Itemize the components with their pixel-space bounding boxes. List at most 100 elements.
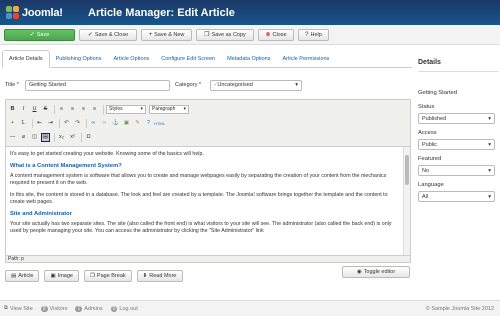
content-paragraph: Your site actually has two separate site… xyxy=(10,221,392,234)
italic-icon[interactable]: I xyxy=(19,105,28,114)
tab-article-details[interactable]: Article Details xyxy=(2,50,50,68)
outdent-icon[interactable]: ⇤ xyxy=(35,119,44,128)
indent-icon[interactable]: ⇥ xyxy=(46,119,55,128)
visual-aid-icon[interactable]: ◫ xyxy=(30,133,39,142)
tab-article-options[interactable]: Article Options xyxy=(108,50,156,68)
scrollbar-thumb[interactable] xyxy=(405,155,409,185)
status-bar: ⧉ View Site 0 Visitors 1 Admins 0 Log ou… xyxy=(0,300,500,316)
help-icon: ? xyxy=(305,31,309,38)
title-input[interactable]: Getting Started xyxy=(25,79,170,91)
unlink-icon[interactable]: ∞ xyxy=(100,119,109,128)
tab-article-permissions[interactable]: Article Permissions xyxy=(277,50,336,68)
content-paragraph: It's easy to get started creating your w… xyxy=(10,151,204,157)
chevron-down-icon: ▾ xyxy=(488,141,491,148)
featured-label: Featured xyxy=(418,156,442,162)
image-button[interactable]: ▣ Image xyxy=(44,270,79,282)
underline-icon[interactable]: U xyxy=(30,105,39,114)
align-left-icon[interactable]: ≡ xyxy=(57,105,66,114)
redo-icon[interactable]: ↷ xyxy=(73,119,82,128)
title-category-row: Title * Getting Started Category * - Unc… xyxy=(5,79,415,91)
image-icon[interactable]: ▣ xyxy=(122,119,131,128)
category-label: Category * xyxy=(175,82,201,88)
visitors-badge: 0 xyxy=(40,305,48,312)
chevron-down-icon: ▾ xyxy=(488,193,491,200)
subscript-icon[interactable]: x₂ xyxy=(57,133,66,142)
joomla-logo[interactable]: Joomla! xyxy=(6,6,84,19)
align-center-icon[interactable]: ≡ xyxy=(68,105,77,114)
editor-toolbar: B I U S ≡ ≡ ≡ ≡ Styles ▾ Paragraph ▾ • 1… xyxy=(6,100,410,147)
content-paragraph: A content management system is software … xyxy=(10,173,387,186)
content-paragraph: In this site, the content is stored in a… xyxy=(10,192,388,205)
details-sidebar: Details Getting Started Status Published… xyxy=(418,50,498,290)
access-label: Access xyxy=(418,130,437,136)
html-icon[interactable]: HTML xyxy=(154,119,165,128)
sidebar-title: Details xyxy=(418,59,441,66)
access-select[interactable]: Public ▾ xyxy=(418,139,495,150)
copy-icon: ❐ xyxy=(89,273,95,279)
undo-icon[interactable]: ↶ xyxy=(62,119,71,128)
anchor-icon[interactable]: ⚓ xyxy=(111,119,120,128)
title-label: Title * xyxy=(5,82,19,88)
align-right-icon[interactable]: ≡ xyxy=(79,105,88,114)
align-justify-icon[interactable]: ≡ xyxy=(90,105,99,114)
featured-select[interactable]: No ▾ xyxy=(418,165,495,176)
logout-link[interactable]: 0 Log out xyxy=(110,305,138,312)
read-more-button[interactable]: ⬇ Read More xyxy=(136,270,183,282)
copyright-text: © Sample Joomla Site 2012 xyxy=(425,306,494,312)
copy-icon: ❐ xyxy=(204,32,210,38)
check-icon: ✓ xyxy=(29,32,35,38)
cleanup-icon[interactable]: ✎ xyxy=(133,119,142,128)
language-select[interactable]: All ▾ xyxy=(418,191,495,202)
help-button[interactable]: ? Help xyxy=(298,28,329,41)
sidebar-article-title: Getting Started xyxy=(418,90,457,96)
remove-format-icon[interactable]: ⌀ xyxy=(19,133,28,142)
tab-configure-edit-screen[interactable]: Configure Edit Screen xyxy=(155,50,221,68)
chevron-down-icon: ▾ xyxy=(140,106,143,112)
help-icon[interactable]: ? xyxy=(144,119,153,128)
toolbar: ✓ Save ✓ Save & Close + Save & New ❐ Sav… xyxy=(0,25,500,45)
editor-content[interactable]: It's easy to get started creating your w… xyxy=(6,147,410,255)
external-link-icon: ⧉ xyxy=(4,305,8,311)
link-icon[interactable]: ∞ xyxy=(89,119,98,128)
save-close-button[interactable]: ✓ Save & Close xyxy=(79,28,137,41)
save-button[interactable]: ✓ Save xyxy=(4,28,75,41)
toggle-editor-button[interactable]: ◉ Toggle editor xyxy=(342,266,410,278)
superscript-icon[interactable]: x² xyxy=(68,133,77,142)
tab-metadata-options[interactable]: Metadata Options xyxy=(221,50,276,68)
chevron-down-icon: ▾ xyxy=(488,167,491,174)
article-tabs: Article Details Publishing Options Artic… xyxy=(2,50,412,68)
eye-icon: ◉ xyxy=(356,269,362,275)
close-button[interactable]: ⊗ Close xyxy=(258,28,294,41)
save-new-button[interactable]: + Save & New xyxy=(141,28,192,41)
special-character-icon[interactable]: Ω xyxy=(84,133,93,142)
admins-count: 1 Admins xyxy=(75,305,103,312)
close-icon: ⊗ xyxy=(265,32,271,38)
bold-icon[interactable]: B xyxy=(8,105,17,114)
chevron-down-icon: ▾ xyxy=(295,82,298,88)
article-button[interactable]: ▤ Article xyxy=(5,270,40,282)
bullet-list-icon[interactable]: • xyxy=(8,119,17,128)
logout-badge: 0 xyxy=(110,305,118,312)
content-heading: Site and Administrator xyxy=(10,211,72,217)
status-label: Status xyxy=(418,104,435,110)
category-select[interactable]: - Uncategorised ▾ xyxy=(210,79,302,91)
horizontal-rule-icon[interactable]: — xyxy=(8,133,17,142)
save-as-copy-button[interactable]: ❐ Save as Copy xyxy=(196,28,254,41)
strikethrough-icon[interactable]: S xyxy=(41,105,50,114)
toggle-visual-aid-icon[interactable]: ▤ xyxy=(41,132,50,142)
page-title: Article Manager: Edit Article xyxy=(88,6,235,19)
page-break-button[interactable]: ❐ Page Break xyxy=(83,270,132,282)
plus-icon: + xyxy=(148,31,153,38)
numbered-list-icon[interactable]: 1. xyxy=(19,119,28,128)
tab-publishing-options[interactable]: Publishing Options xyxy=(50,50,108,68)
status-select[interactable]: Published ▾ xyxy=(418,113,495,124)
editor-scrollbar[interactable] xyxy=(403,147,410,255)
styles-select[interactable]: Styles ▾ xyxy=(106,104,146,114)
paragraph-select[interactable]: Paragraph ▾ xyxy=(149,104,189,114)
logo-text: Joomla! xyxy=(22,6,63,19)
language-label: Language xyxy=(418,182,444,188)
chevron-down-icon: ▾ xyxy=(488,115,491,122)
editor-buttons: ▤ Article ▣ Image ❐ Page Break ⬇ Read Mo… xyxy=(5,270,188,282)
arrow-down-icon: ⬇ xyxy=(142,273,148,279)
view-site-link[interactable]: ⧉ View Site xyxy=(4,305,33,312)
